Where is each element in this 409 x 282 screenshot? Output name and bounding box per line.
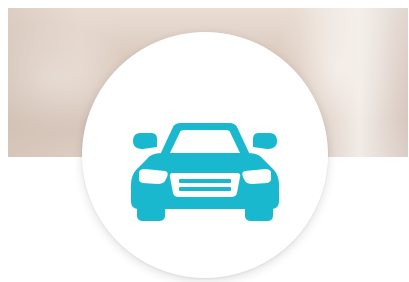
icon-circle-badge <box>82 32 328 278</box>
car-icon <box>131 123 279 221</box>
feature-card <box>0 0 409 282</box>
